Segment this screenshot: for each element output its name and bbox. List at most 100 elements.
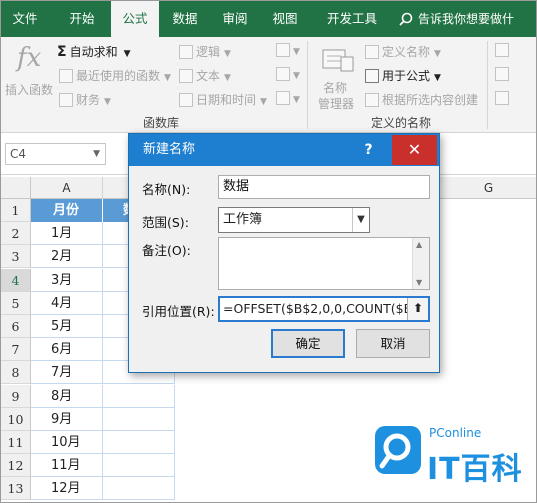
fx-icon: fx (17, 43, 42, 73)
row-header[interactable]: 10 (1, 407, 31, 431)
chevron-down-icon: ▼ (104, 97, 111, 107)
chevron-down-icon: ▼ (164, 73, 171, 83)
table-header-month[interactable]: 月份 (31, 199, 103, 222)
month-cell[interactable]: 6月 (31, 338, 103, 362)
month-cell[interactable]: 7月 (31, 361, 103, 385)
name-manager-label-2[interactable]: 管理器 (318, 95, 354, 112)
column-header-a[interactable]: A (31, 177, 103, 199)
chevron-down-icon: ▼ (293, 47, 300, 57)
scroll-down-icon[interactable]: ▼ (416, 278, 422, 287)
search-icon (399, 12, 413, 26)
dialog-title-bar[interactable]: 新建名称 ? ✕ (129, 134, 439, 166)
row-header[interactable]: 5 (1, 291, 31, 315)
autosum-button[interactable]: Σ 自动求和 ▼ (57, 43, 131, 60)
tab-view[interactable]: 视图 (263, 1, 307, 37)
chevron-down-icon[interactable]: ▼ (352, 208, 369, 232)
month-cell[interactable]: 4月 (31, 291, 103, 315)
comment-scrollbar[interactable]: ▲ ▼ (412, 238, 429, 289)
collapse-dialog-icon[interactable]: ⬆ (407, 298, 428, 320)
trace-icon (495, 43, 509, 57)
tab-formulas[interactable]: 公式 (111, 1, 159, 39)
pconline-watermark: PConline IT百科 (369, 414, 533, 498)
tab-home[interactable]: 开始 (56, 1, 108, 37)
define-name-button[interactable]: 定义名称 ▼ (365, 43, 441, 60)
recent-functions-button[interactable]: 最近使用的函数 ▼ (59, 67, 171, 84)
datetime-button[interactable]: 日期和时间 ▼ (179, 91, 267, 108)
name-box[interactable]: C4 ▼ (5, 143, 106, 165)
logical-button[interactable]: 逻辑 ▼ (179, 43, 231, 60)
name-manager-label-1[interactable]: 名称 (323, 79, 347, 96)
use-in-formula-button[interactable]: 用于公式 ▼ (365, 67, 441, 84)
finance-icon (59, 93, 73, 107)
lookup-button[interactable]: ▼ (276, 43, 300, 57)
refers-to-input[interactable]: =OFFSET($B$2,0,0,COUNT($B:$ ⬆ (218, 296, 430, 322)
scroll-up-icon[interactable]: ▲ (416, 240, 422, 249)
row-header[interactable]: 6 (1, 315, 31, 338)
data-cell[interactable] (103, 384, 175, 408)
math-icon (276, 67, 290, 81)
row-header[interactable]: 7 (1, 338, 31, 362)
data-cell[interactable] (103, 407, 175, 431)
group-label-function-library: 函数库 (143, 116, 180, 130)
row-header[interactable]: 13 (1, 477, 31, 501)
tab-review[interactable]: 审阅 (213, 1, 257, 37)
more-functions-button[interactable]: ▼ (276, 91, 300, 105)
tell-me-text: 告诉我你想要做什 (418, 12, 515, 26)
trace-icon (495, 67, 509, 81)
ok-button[interactable]: 确定 (271, 329, 345, 358)
row-header[interactable]: 1 (1, 199, 31, 222)
comment-textarea[interactable]: ▲ ▼ (218, 237, 430, 290)
insert-function-button[interactable]: 插入函数 (5, 81, 53, 98)
sigma-icon: Σ (57, 44, 67, 60)
tab-developer[interactable]: 开发工具 (317, 1, 387, 37)
row-header[interactable]: 2 (1, 222, 31, 246)
name-label: 名称(N): (142, 182, 191, 197)
create-from-selection-button[interactable]: 根据所选内容创建 (365, 91, 478, 108)
select-all-corner[interactable] (1, 177, 31, 199)
month-cell[interactable]: 11月 (31, 454, 103, 478)
comment-label: 备注(O): (142, 243, 191, 258)
row-header[interactable]: 11 (1, 431, 31, 454)
financial-button[interactable]: 财务 ▼ (59, 91, 111, 108)
month-cell[interactable]: 9月 (31, 407, 103, 431)
row-header[interactable]: 9 (1, 384, 31, 408)
data-cell[interactable] (103, 454, 175, 478)
lookup-icon (276, 43, 290, 57)
month-cell[interactable]: 1月 (31, 222, 103, 246)
column-header-g[interactable]: G (440, 177, 536, 199)
group-separator (487, 41, 488, 129)
chevron-down-icon: ▼ (224, 73, 231, 83)
remove-arrows-button[interactable] (495, 91, 512, 105)
chevron-down-icon: ▼ (293, 71, 300, 81)
help-button[interactable]: ? (345, 135, 392, 165)
tab-data[interactable]: 数据 (163, 1, 207, 37)
math-button[interactable]: ▼ (276, 67, 300, 81)
scope-select[interactable]: 工作簿 ▼ (218, 207, 370, 233)
close-button[interactable]: ✕ (392, 135, 437, 165)
text-functions-button[interactable]: 文本 ▼ (179, 67, 231, 84)
trace-dependents-button[interactable] (495, 67, 512, 81)
remove-arrows-icon (495, 91, 509, 105)
month-cell[interactable]: 2月 (31, 245, 103, 269)
row-header[interactable]: 4 (1, 268, 31, 292)
row-header[interactable]: 12 (1, 454, 31, 478)
column-header-b[interactable] (103, 177, 129, 199)
cancel-button[interactable]: 取消 (356, 329, 430, 358)
name-input[interactable]: 数据 (218, 175, 430, 199)
tab-file[interactable]: 文件 (1, 1, 49, 37)
month-cell[interactable]: 10月 (31, 431, 103, 454)
trace-precedents-button[interactable] (495, 43, 512, 57)
month-cell[interactable]: 8月 (31, 384, 103, 408)
watermark-title: IT百科 (427, 452, 523, 487)
month-cell[interactable]: 12月 (31, 477, 103, 501)
row-header[interactable]: 3 (1, 245, 31, 269)
data-cell[interactable] (103, 477, 175, 501)
month-cell[interactable]: 3月 (31, 268, 103, 292)
data-cell[interactable] (103, 431, 175, 454)
tag-icon (365, 45, 379, 59)
month-cell[interactable]: 5月 (31, 315, 103, 338)
tell-me-box[interactable]: 告诉我你想要做什 (399, 1, 514, 37)
row-header[interactable]: 8 (1, 361, 31, 385)
dialog-title: 新建名称 (143, 142, 196, 157)
name-manager-icon (321, 47, 357, 75)
